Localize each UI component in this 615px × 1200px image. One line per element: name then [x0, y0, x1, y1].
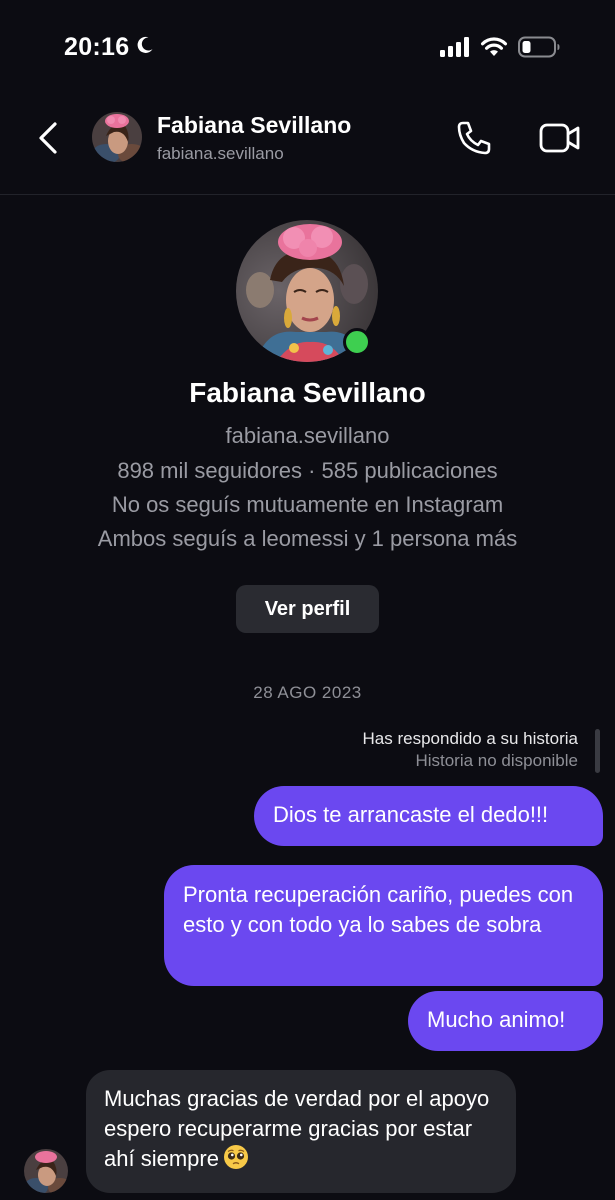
video-call-button[interactable]: [538, 120, 582, 156]
sent-message-bubble[interactable]: Pronta recuperación cariño, puedes con e…: [164, 865, 603, 986]
message-text: Dios te arrancaste el dedo!!!: [273, 802, 549, 827]
profile-username: fabiana.sevillano: [225, 423, 390, 448]
profile-name: Fabiana Sevillano: [189, 377, 426, 408]
date-separator: 28 AGO 2023: [253, 683, 362, 702]
header-contact-username: fabiana.sevillano: [157, 144, 284, 163]
status-icons: [440, 36, 560, 63]
status-time-group: 20:16: [64, 33, 155, 62]
story-reply-notice: Has respondido a su historia Historia no…: [363, 729, 578, 771]
pleading-face-icon: [223, 1144, 249, 1178]
battery-icon: [518, 36, 560, 63]
story-reply-label: Has respondido a su historia: [362, 729, 578, 748]
message-text: Muchas gracias de verdad por el apoyo es…: [104, 1086, 490, 1171]
cellular-signal-icon: [440, 37, 470, 62]
header-avatar[interactable]: [92, 112, 142, 162]
online-status-indicator: [343, 328, 371, 356]
status-time: 20:16: [64, 33, 130, 61]
wifi-icon: [480, 37, 508, 62]
profile-mutual-status: No os seguís mutuamente en Instagram: [111, 492, 504, 517]
audio-call-button[interactable]: [454, 118, 494, 158]
phone-icon: [457, 121, 491, 155]
story-reply-bar: [595, 729, 600, 773]
sent-message-bubble[interactable]: Mucho animo!: [408, 991, 603, 1051]
video-camera-icon: [539, 123, 580, 153]
profile-stats: 898 mil seguidores · 585 publicaciones: [117, 458, 498, 483]
status-bar: 20:16: [0, 0, 615, 96]
view-profile-button[interactable]: Ver perfil: [236, 585, 379, 633]
story-reply-sublabel: Historia no disponible: [415, 751, 578, 770]
back-button[interactable]: [30, 116, 66, 160]
sent-message-bubble[interactable]: Dios te arrancaste el dedo!!!: [254, 786, 603, 846]
moon-icon: [135, 33, 155, 62]
received-message-bubble[interactable]: Muchas gracias de verdad por el apoyo es…: [86, 1070, 516, 1193]
back-chevron-icon: [39, 122, 57, 154]
header-contact-name[interactable]: Fabiana Sevillano: [157, 112, 351, 139]
message-text: Mucho animo!: [427, 1007, 566, 1032]
profile-mutual-following: Ambos seguís a leomessi y 1 persona más: [97, 526, 518, 551]
chat-header: Fabiana Sevillano fabiana.sevillano: [0, 96, 615, 195]
sender-avatar[interactable]: [24, 1149, 68, 1193]
dm-screen: 20:16 Fabiana Sevillano fabiana.sevillan…: [0, 0, 615, 1200]
message-text: Pronta recuperación cariño, puedes con e…: [183, 882, 574, 937]
